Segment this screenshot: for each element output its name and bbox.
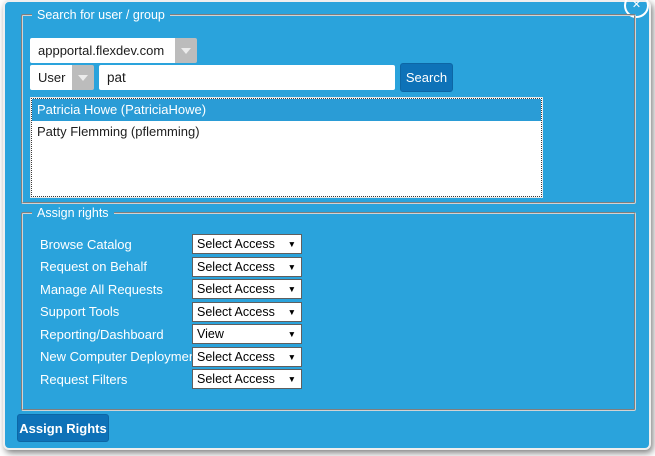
access-select[interactable]: Select Access ▼ xyxy=(192,279,302,299)
access-select-value: Select Access xyxy=(197,282,275,296)
search-button[interactable]: Search xyxy=(400,63,453,92)
assign-rights-button-label: Assign Rights xyxy=(19,421,106,436)
access-select-value: Select Access xyxy=(197,260,275,274)
access-select[interactable]: Select Access ▼ xyxy=(192,234,302,254)
dropdown-arrow-icon[interactable] xyxy=(72,65,94,90)
search-input[interactable] xyxy=(99,65,395,90)
access-select[interactable]: Select Access ▼ xyxy=(192,347,302,367)
chevron-down-icon: ▼ xyxy=(288,352,296,362)
chevron-down-icon: ▼ xyxy=(288,262,296,272)
search-section-legend: Search for user / group xyxy=(32,8,170,22)
rights-row: Manage All Requests Select Access ▼ xyxy=(40,278,420,301)
rights-row: Reporting/Dashboard View ▼ xyxy=(40,323,420,346)
chevron-down-icon: ▼ xyxy=(288,374,296,384)
access-select-value: View xyxy=(197,327,224,341)
search-type-dropdown[interactable]: User xyxy=(30,65,94,90)
rights-row: New Computer Deployment Select Access ▼ xyxy=(40,346,420,369)
right-label: New Computer Deployment xyxy=(40,349,192,364)
rights-row: Browse Catalog Select Access ▼ xyxy=(40,233,420,256)
assign-rights-dialog: ✕ Search for user / group appportal.flex… xyxy=(3,0,651,450)
search-results-list[interactable]: Patricia Howe (PatriciaHowe) Patty Flemm… xyxy=(31,98,542,197)
search-button-label: Search xyxy=(406,70,447,85)
domain-dropdown[interactable]: appportal.flexdev.com xyxy=(30,38,197,63)
access-select[interactable]: Select Access ▼ xyxy=(192,257,302,277)
search-type-dropdown-value: User xyxy=(30,65,72,90)
chevron-down-icon: ▼ xyxy=(288,284,296,294)
dropdown-arrow-icon[interactable] xyxy=(175,38,197,63)
rights-rows: Browse Catalog Select Access ▼ Request o… xyxy=(40,233,420,391)
right-label: Reporting/Dashboard xyxy=(40,327,192,342)
chevron-down-icon: ▼ xyxy=(288,239,296,249)
access-select-value: Select Access xyxy=(197,372,275,386)
right-label: Browse Catalog xyxy=(40,237,192,252)
access-select[interactable]: Select Access ▼ xyxy=(192,369,302,389)
chevron-down-icon: ▼ xyxy=(288,329,296,339)
assign-rights-button[interactable]: Assign Rights xyxy=(17,414,109,442)
access-select[interactable]: View ▼ xyxy=(192,324,302,344)
rights-section-legend: Assign rights xyxy=(32,206,114,220)
right-label: Request Filters xyxy=(40,372,192,387)
list-item[interactable]: Patricia Howe (PatriciaHowe) xyxy=(32,99,541,121)
chevron-down-icon: ▼ xyxy=(288,307,296,317)
access-select-value: Select Access xyxy=(197,350,275,364)
right-label: Support Tools xyxy=(40,304,192,319)
access-select-value: Select Access xyxy=(197,305,275,319)
rights-row: Support Tools Select Access ▼ xyxy=(40,301,420,324)
right-label: Request on Behalf xyxy=(40,259,192,274)
list-item[interactable]: Patty Flemming (pflemming) xyxy=(32,121,541,143)
right-label: Manage All Requests xyxy=(40,282,192,297)
access-select[interactable]: Select Access ▼ xyxy=(192,302,302,322)
domain-dropdown-value: appportal.flexdev.com xyxy=(30,38,175,63)
rights-row: Request on Behalf Select Access ▼ xyxy=(40,256,420,279)
rights-row: Request Filters Select Access ▼ xyxy=(40,368,420,391)
access-select-value: Select Access xyxy=(197,237,275,251)
